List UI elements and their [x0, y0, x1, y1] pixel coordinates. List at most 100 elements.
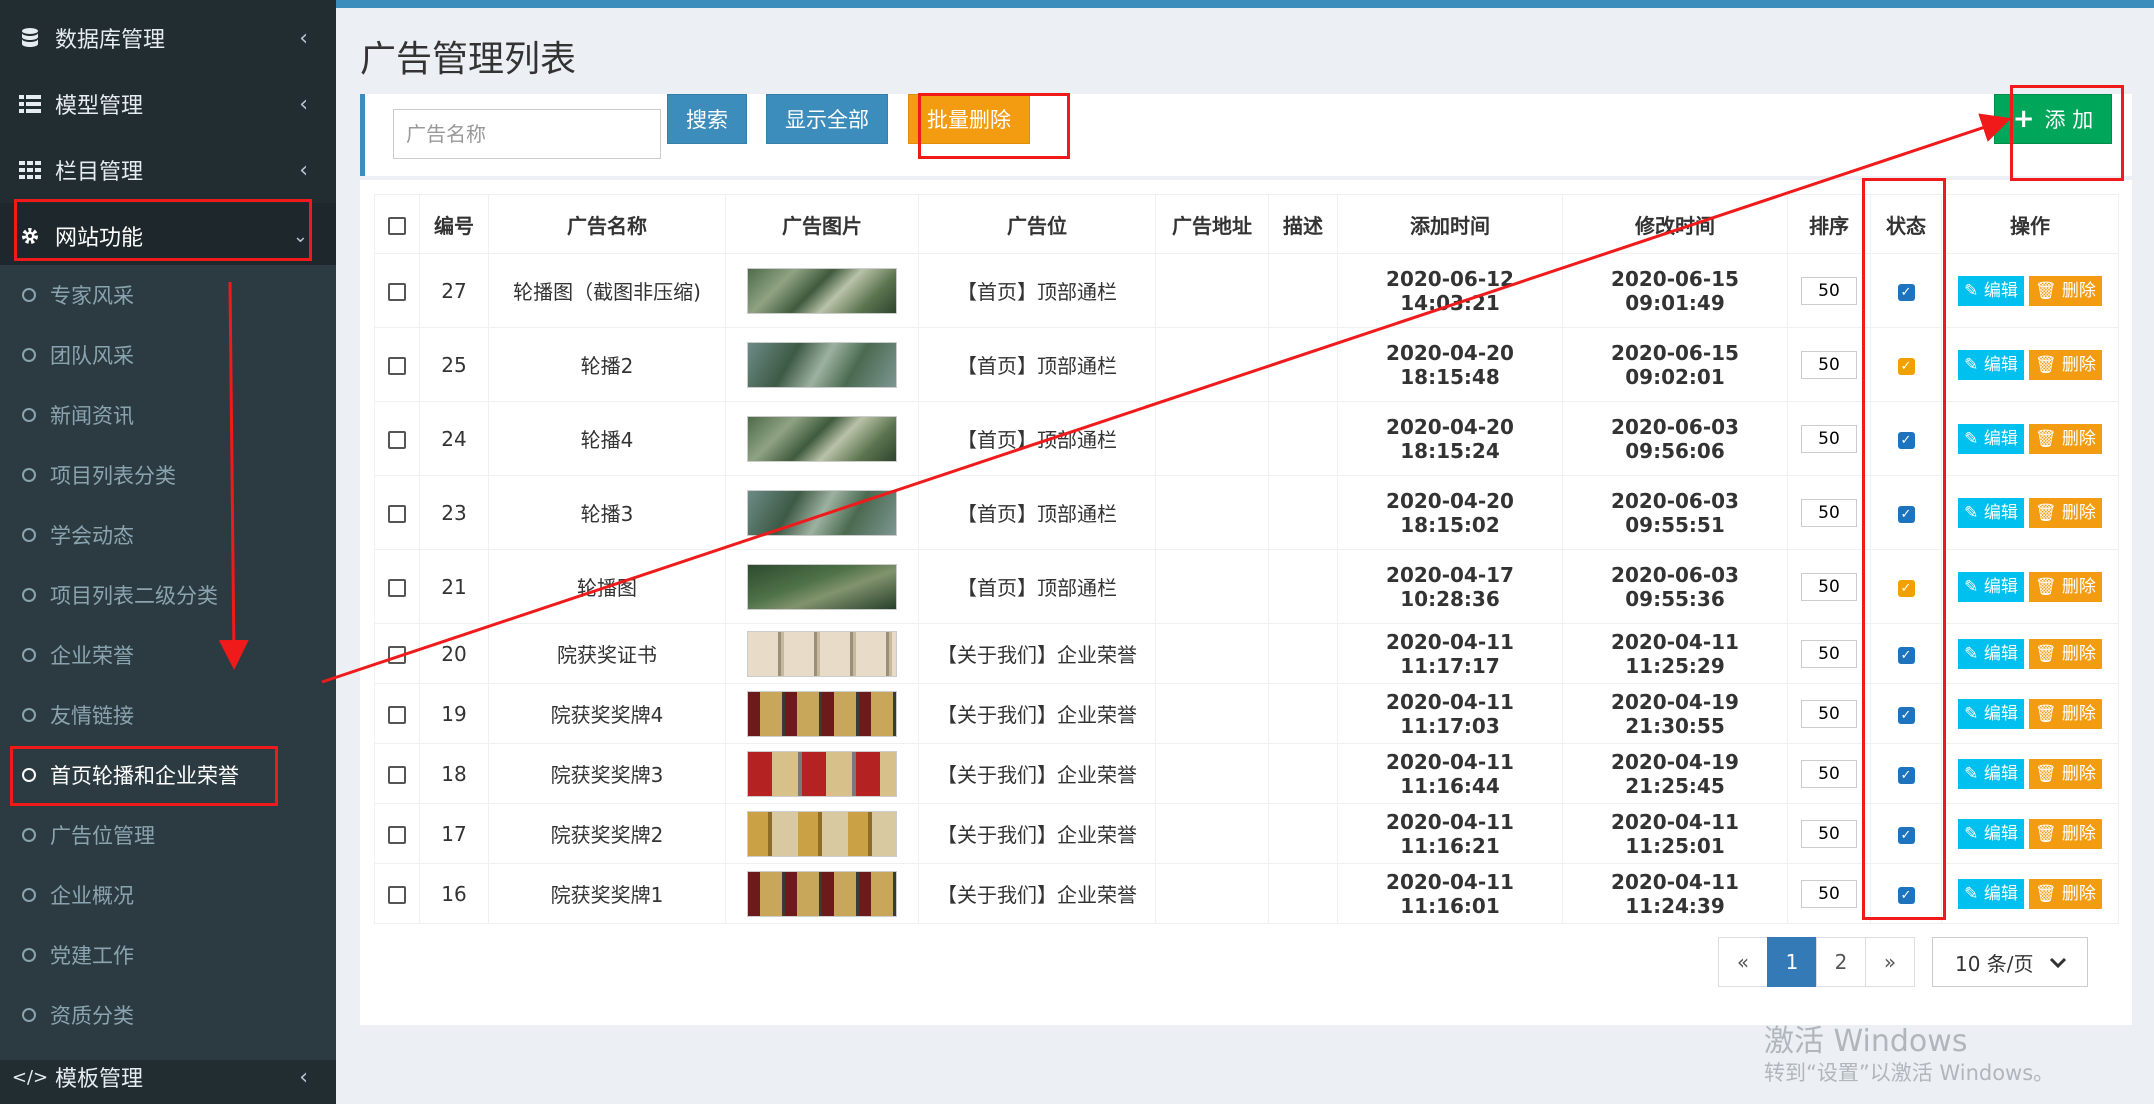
delete-button[interactable]: 🗑 删除	[2028, 571, 2102, 602]
delete-button[interactable]: 🗑 删除	[2028, 818, 2102, 849]
edit-icon: ✎	[1964, 763, 1979, 784]
submenu-item[interactable]: 广告位管理	[0, 805, 336, 865]
select-all-checkbox[interactable]	[388, 216, 406, 235]
delete-button[interactable]: 🗑 删除	[2028, 275, 2102, 306]
row-checkbox[interactable]	[388, 826, 406, 844]
ad-thumbnail[interactable]	[747, 870, 897, 917]
submenu-label: 项目列表二级分类	[50, 584, 218, 608]
search-input[interactable]	[393, 109, 661, 159]
submenu-item[interactable]: 专家风采	[0, 265, 336, 325]
delete-button[interactable]: 🗑 删除	[2028, 423, 2102, 454]
row-checkbox[interactable]	[388, 357, 406, 375]
sort-input[interactable]	[1801, 759, 1857, 788]
sort-cell	[1787, 401, 1871, 476]
ad-thumbnail[interactable]	[747, 267, 897, 314]
submenu-item[interactable]: 新闻资讯	[0, 385, 336, 445]
ad-thumbnail[interactable]	[747, 630, 897, 677]
row-checkbox[interactable]	[388, 283, 406, 301]
row-checkbox[interactable]	[388, 431, 406, 449]
ad-thumbnail[interactable]	[747, 341, 897, 388]
delete-button[interactable]: 🗑 删除	[2028, 878, 2102, 909]
menu-model[interactable]: 模型管理 ‹	[0, 71, 336, 137]
image-cell	[725, 623, 919, 684]
ad-thumbnail[interactable]	[747, 810, 897, 857]
ad-thumbnail[interactable]	[747, 489, 897, 536]
header-cell: 广告图片	[725, 194, 919, 254]
delete-label: 删除	[2061, 502, 2096, 523]
edit-button[interactable]: ✎ 编辑	[1958, 423, 2024, 454]
sort-cell	[1787, 863, 1871, 924]
submenu-item[interactable]: 项目列表分类	[0, 445, 336, 505]
row-checkbox[interactable]	[388, 646, 406, 664]
sort-input[interactable]	[1801, 276, 1857, 305]
pagination-prev[interactable]: «	[1718, 937, 1768, 987]
desc-cell	[1268, 401, 1338, 476]
ad-thumbnail[interactable]	[747, 415, 897, 462]
edit-button[interactable]: ✎ 编辑	[1958, 349, 2024, 380]
sort-input[interactable]	[1801, 350, 1857, 379]
address-cell	[1155, 623, 1269, 684]
menu-column[interactable]: 栏目管理 ‹	[0, 137, 336, 203]
row-checkbox[interactable]	[388, 886, 406, 904]
edit-button[interactable]: ✎ 编辑	[1958, 275, 2024, 306]
submenu-item[interactable]: 学会动态	[0, 505, 336, 565]
sort-input[interactable]	[1801, 498, 1857, 527]
submenu-item[interactable]: 友情链接	[0, 685, 336, 745]
ad-thumbnail[interactable]	[747, 690, 897, 737]
edit-label: 编辑	[1983, 703, 2018, 724]
delete-button[interactable]: 🗑 删除	[2028, 758, 2102, 789]
pagination-page-2[interactable]: 2	[1816, 937, 1866, 987]
pagination-page-1[interactable]: 1	[1767, 937, 1817, 987]
name-cell: 院获奖奖牌4	[488, 683, 726, 744]
submenu-item[interactable]: 团队风采	[0, 325, 336, 385]
row-select-cell	[374, 863, 420, 924]
submenu-item[interactable]: 资质分类	[0, 985, 336, 1045]
row-select-cell	[374, 253, 420, 328]
sort-input[interactable]	[1801, 639, 1857, 668]
per-page-select[interactable]: 10 条/页	[1932, 937, 2088, 987]
delete-button[interactable]: 🗑 删除	[2028, 698, 2102, 729]
id-cell: 20	[419, 623, 489, 684]
delete-button[interactable]: 🗑 删除	[2028, 349, 2102, 380]
trash-icon: 🗑	[2034, 763, 2057, 784]
sort-input[interactable]	[1801, 572, 1857, 601]
ad-thumbnail[interactable]	[747, 750, 897, 797]
sort-input[interactable]	[1801, 699, 1857, 728]
row-checkbox[interactable]	[388, 706, 406, 724]
show-all-button[interactable]: 显示全部	[766, 94, 888, 144]
submenu-item[interactable]: 企业概况	[0, 865, 336, 925]
submenu-item[interactable]: 党建工作	[0, 925, 336, 985]
delete-button[interactable]: 🗑 删除	[2028, 638, 2102, 669]
submenu-label: 学会动态	[50, 524, 134, 548]
code-icon: </>	[11, 1066, 49, 1088]
row-checkbox[interactable]	[388, 579, 406, 597]
pagination-next[interactable]: »	[1865, 937, 1915, 987]
edit-button[interactable]: ✎ 编辑	[1958, 497, 2024, 528]
edit-button[interactable]: ✎ 编辑	[1958, 758, 2024, 789]
modified-time-cell: 2020-04-19 21:25:45	[1562, 743, 1788, 804]
submenu-item[interactable]: 企业荣誉	[0, 625, 336, 685]
address-cell	[1155, 803, 1269, 864]
menu-template[interactable]: </> 模板管理 ‹	[0, 1050, 336, 1104]
edit-button[interactable]: ✎ 编辑	[1958, 638, 2024, 669]
edit-button[interactable]: ✎ 编辑	[1958, 878, 2024, 909]
search-button[interactable]: 搜索	[667, 94, 747, 144]
image-cell	[725, 549, 919, 624]
edit-button[interactable]: ✎ 编辑	[1958, 571, 2024, 602]
sort-input[interactable]	[1801, 819, 1857, 848]
edit-button[interactable]: ✎ 编辑	[1958, 698, 2024, 729]
row-checkbox[interactable]	[388, 766, 406, 784]
menu-database[interactable]: 数据库管理 ‹	[0, 5, 336, 71]
row-checkbox[interactable]	[388, 505, 406, 523]
header-cell: 添加时间	[1337, 194, 1563, 254]
row-select-cell	[374, 683, 420, 744]
sort-input[interactable]	[1801, 424, 1857, 453]
submenu-item[interactable]: 项目列表二级分类	[0, 565, 336, 625]
sort-input[interactable]	[1801, 879, 1857, 908]
edit-button[interactable]: ✎ 编辑	[1958, 818, 2024, 849]
delete-button[interactable]: 🗑 删除	[2028, 497, 2102, 528]
circle-icon	[22, 648, 36, 662]
desc-cell	[1268, 549, 1338, 624]
submenu: 专家风采 团队风采 新闻资讯 项目列表分类 学会动态 项目列表二级分类 企业荣誉…	[0, 265, 336, 1060]
ad-thumbnail[interactable]	[747, 563, 897, 610]
